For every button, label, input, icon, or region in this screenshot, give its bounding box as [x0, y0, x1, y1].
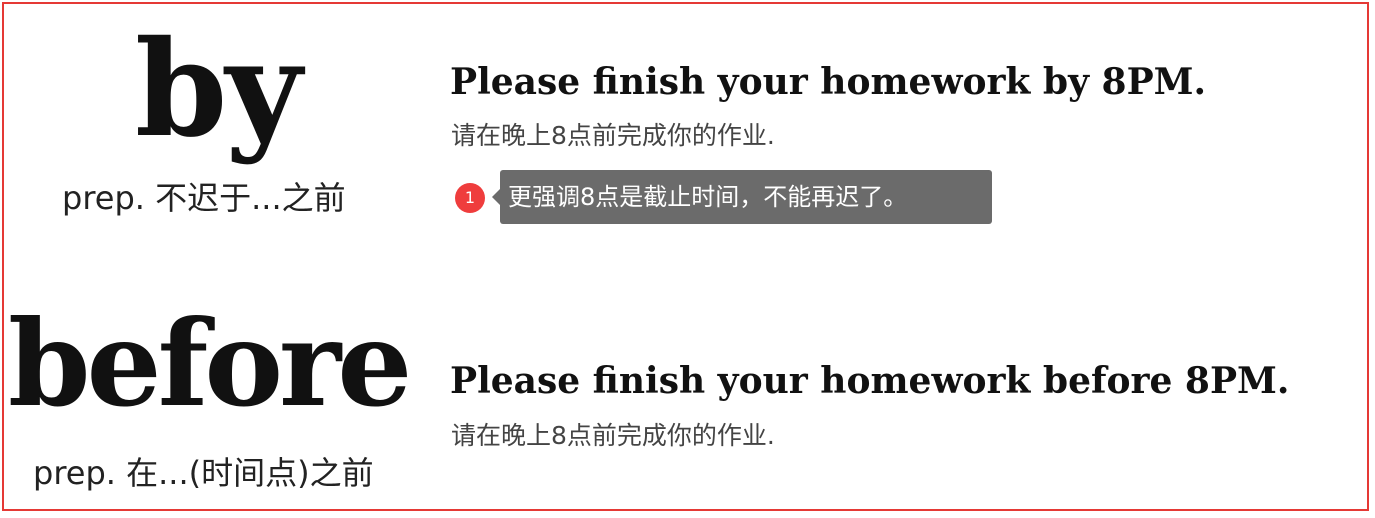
vocabulary-word-before: before: [8, 294, 412, 433]
definition-before: prep. 在...(时间点)之前: [33, 454, 374, 492]
example-sentence-by: Please finish your homework by 8PM.: [450, 61, 1207, 103]
translation-before: 请在晚上8点前完成你的作业.: [451, 421, 775, 450]
vocabulary-word-by: by: [135, 12, 302, 167]
note-marker-badge[interactable]: 1: [455, 183, 485, 213]
note-tooltip: 更强调8点是截止时间，不能再迟了。: [492, 170, 992, 224]
note-tooltip-text: 更强调8点是截止时间，不能再迟了。: [508, 183, 908, 211]
example-sentence-before: Please finish your homework before 8PM.: [450, 360, 1290, 402]
definition-by: prep. 不迟于...之前: [62, 179, 346, 217]
translation-by: 请在晚上8点前完成你的作业.: [451, 121, 775, 150]
